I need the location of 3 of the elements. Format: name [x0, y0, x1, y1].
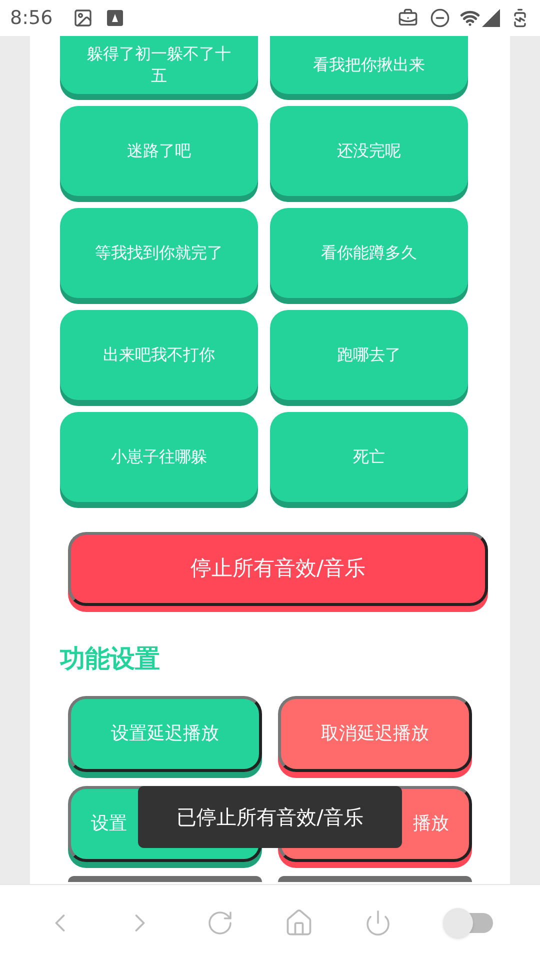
- section-title: 功能设置: [60, 643, 161, 675]
- toast: 已停止所有音效/音乐: [138, 786, 402, 848]
- status-time: 8:56: [10, 6, 53, 31]
